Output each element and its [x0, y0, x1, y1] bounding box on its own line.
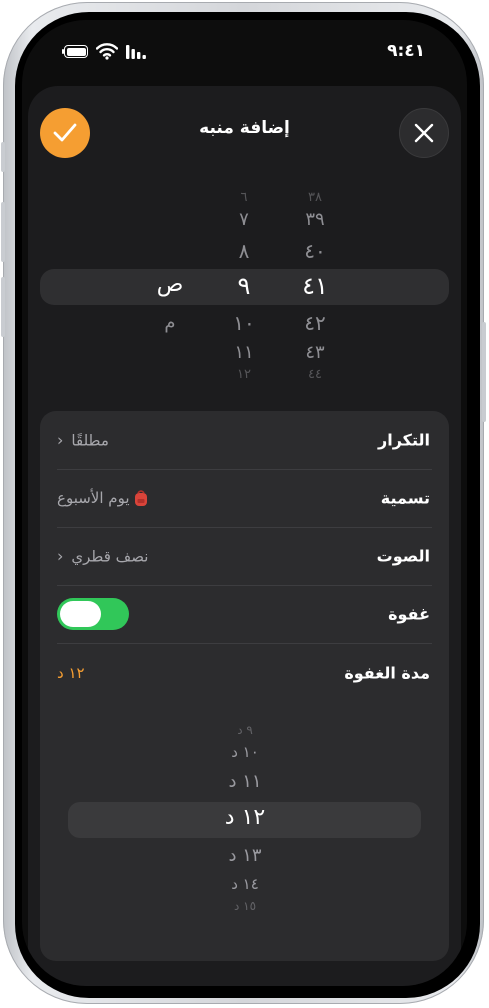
snooze-duration-label: مدة الغفوة	[344, 663, 430, 683]
volume-up-button	[1, 202, 5, 262]
hour-item-selected[interactable]: ٩	[224, 272, 264, 300]
snooze-item[interactable]: ١٠ د	[195, 743, 295, 761]
add-alarm-sheet: إضافة منبه ٣٨ ٣٩ ٤٠ ٤١ ٤٢ ٤٣ ٤٤ ٦ ٧ ٨ ٩ …	[28, 86, 461, 986]
hour-item[interactable]: ٧	[224, 209, 264, 230]
snooze-item[interactable]: ١٣ د	[195, 845, 295, 866]
snooze-wheel[interactable]: ٩ د ١٠ د ١١ د ١٢ د ١٣ د ١٤ د ١٥ د	[195, 411, 295, 961]
minute-item[interactable]: ٤٠	[290, 239, 340, 263]
snooze-item[interactable]: ١١ د	[195, 771, 295, 792]
screen: ٩:٤١ إضافة منبه ٣٨ ٣٩ ٤٠ ٤١ ٤٢ ٤٣ ٤٤ ٦ ٧…	[22, 20, 467, 986]
status-bar: ٩:٤١	[22, 40, 467, 64]
period-item-selected[interactable]: ص	[150, 272, 190, 297]
minute-item[interactable]: ٤٣	[290, 342, 340, 363]
alarm-settings-group: التكرار مطلقًا ‹ تسمية يوم الأسبوع الصوت…	[40, 411, 449, 961]
battery-icon	[64, 45, 88, 58]
period-item[interactable]: م	[150, 312, 190, 333]
sound-value-text: نصف قطري	[71, 547, 149, 565]
label-value: يوم الأسبوع	[57, 489, 148, 507]
label-value-text: يوم الأسبوع	[57, 489, 130, 507]
hour-item[interactable]: ١٢	[224, 367, 264, 382]
volume-down-button	[1, 277, 5, 337]
snooze-item-selected[interactable]: ١٢ د	[195, 805, 295, 830]
chevron-left-icon: ‹	[57, 546, 64, 566]
hour-item[interactable]: ١٠	[224, 311, 264, 335]
snooze-duration-value: ١٢ د	[57, 664, 85, 682]
snooze-item[interactable]: ١٥ د	[195, 899, 295, 913]
minute-item[interactable]: ٣٨	[290, 190, 340, 205]
close-icon	[414, 123, 434, 143]
minute-item[interactable]: ٤٤	[290, 367, 340, 382]
hour-item[interactable]: ١١	[224, 342, 264, 363]
sheet-title: إضافة منبه	[199, 118, 290, 138]
snooze-label: غفوة	[388, 604, 430, 624]
minute-item[interactable]: ٤٢	[290, 311, 340, 335]
close-button[interactable]	[399, 108, 449, 158]
cellular-signal-icon	[126, 45, 146, 59]
label-label: تسمية	[380, 488, 430, 508]
snooze-item[interactable]: ٩ د	[195, 723, 295, 737]
minute-item[interactable]: ٣٩	[290, 209, 340, 230]
snooze-toggle[interactable]	[57, 598, 129, 630]
toggle-knob	[60, 601, 101, 627]
chevron-left-icon: ‹	[57, 430, 64, 450]
wifi-icon	[96, 43, 118, 60]
action-button	[1, 142, 5, 172]
repeat-label: التكرار	[378, 430, 430, 450]
repeat-value: مطلقًا ‹	[57, 431, 109, 450]
battery-nub	[62, 49, 64, 54]
backpack-icon	[134, 490, 147, 506]
hour-item[interactable]: ٨	[224, 239, 264, 263]
hour-item[interactable]: ٦	[224, 190, 264, 205]
minute-item-selected[interactable]: ٤١	[290, 272, 340, 300]
sound-value: نصف قطري ‹	[57, 547, 148, 566]
status-time: ٩:٤١	[387, 41, 425, 61]
side-button	[482, 322, 486, 422]
repeat-value-text: مطلقًا	[71, 431, 109, 449]
snooze-item[interactable]: ١٤ د	[195, 875, 295, 893]
sound-label: الصوت	[376, 546, 430, 566]
